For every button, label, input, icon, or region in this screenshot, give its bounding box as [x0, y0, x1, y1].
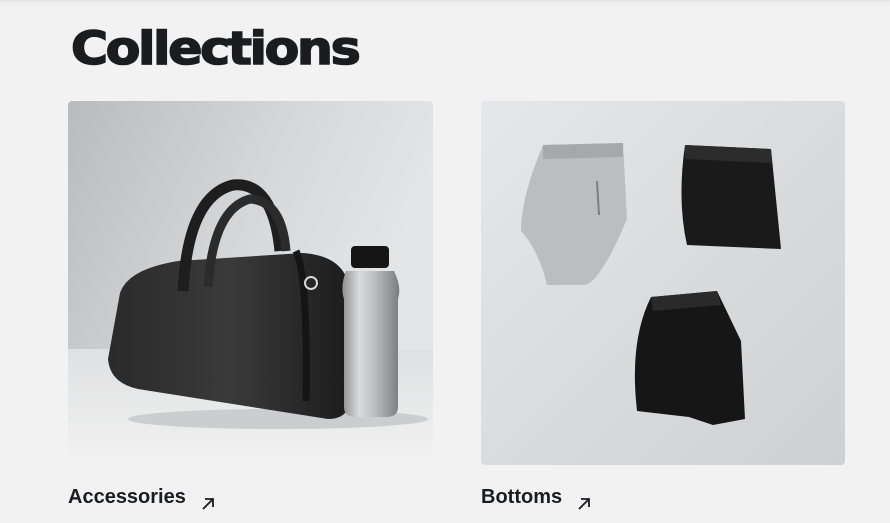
bottoms-label: Bottoms	[481, 486, 563, 508]
bottoms-image[interactable]	[481, 101, 845, 465]
accessories-link[interactable]: Accessories	[68, 483, 216, 511]
arrow-up-right-icon	[200, 491, 216, 510]
arrow-up-right-icon	[576, 491, 592, 510]
page-title: Collections	[70, 21, 361, 76]
collection-card-bottoms[interactable]: Bottoms	[481, 101, 845, 523]
accessories-image[interactable]	[68, 101, 433, 465]
collection-card-accessories[interactable]: Accessories	[68, 101, 433, 523]
bottoms-link[interactable]: Bottoms	[481, 483, 592, 511]
header-bar-edge	[0, 0, 890, 2]
accessories-label: Accessories	[68, 486, 186, 508]
